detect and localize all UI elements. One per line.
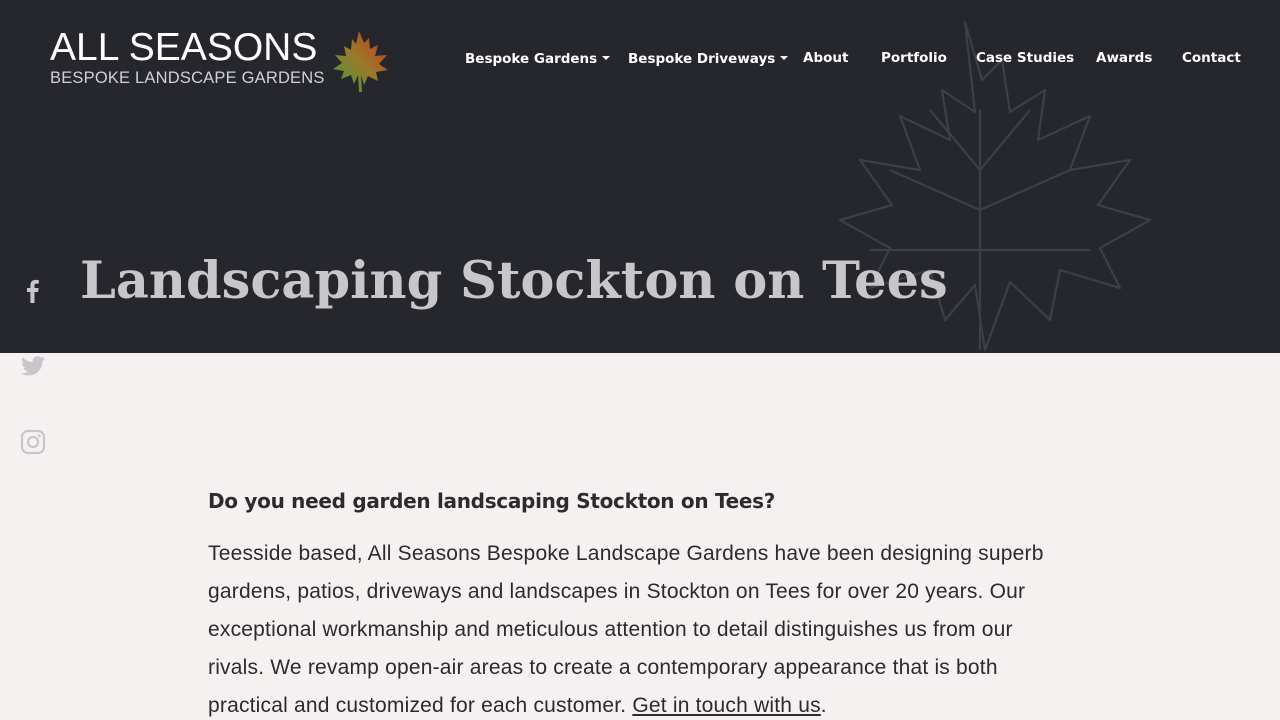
get-in-touch-link[interactable]: Get in touch with us — [632, 694, 820, 717]
instagram-link[interactable] — [20, 429, 46, 455]
nav-item-label: Case Studies — [976, 50, 1075, 66]
nav-item-label: Awards — [1096, 50, 1153, 66]
nav-item-bespoke-driveways[interactable]: Bespoke Driveways — [628, 51, 789, 67]
nav-item-label: Contact — [1182, 50, 1241, 66]
paragraph-text: Teesside based, All Seasons Bespoke Land… — [208, 542, 1044, 717]
instagram-icon — [20, 429, 46, 455]
page-title: Landscaping Stockton on Tees — [80, 251, 948, 311]
nav-item-about[interactable]: About — [803, 50, 848, 66]
nav-item-label: Bespoke Driveways — [628, 51, 776, 67]
nav-item-contact[interactable]: Contact — [1182, 50, 1241, 66]
main-content: Do you need garden landscaping Stockton … — [208, 486, 1073, 720]
nav-item-case-studies[interactable]: Case Studies — [976, 50, 1074, 66]
nav-item-label: Portfolio — [881, 50, 947, 66]
logo-title: ALL SEASONS — [50, 26, 318, 69]
maple-leaf-logo-icon — [332, 31, 388, 92]
nav-item-portfolio[interactable]: Portfolio — [881, 50, 947, 66]
facebook-icon — [27, 279, 39, 303]
twitter-link[interactable] — [20, 353, 46, 379]
caret-down-icon — [602, 56, 611, 60]
twitter-icon — [21, 356, 45, 376]
hero-header: ALL SEASONS BESPOKE LANDSCAPE GARDENS Be… — [0, 0, 1280, 353]
logo-text: ALL SEASONS BESPOKE LANDSCAPE GARDENS — [50, 28, 325, 88]
nav-item-label: About — [803, 50, 849, 66]
content-paragraph: Teesside based, All Seasons Bespoke Land… — [208, 535, 1073, 720]
nav-item-bespoke-gardens[interactable]: Bespoke Gardens — [465, 51, 611, 67]
paragraph-end: . — [820, 694, 827, 717]
facebook-link[interactable] — [20, 277, 46, 303]
brand-logo[interactable]: ALL SEASONS BESPOKE LANDSCAPE GARDENS — [50, 28, 391, 93]
nav-item-label: Bespoke Gardens — [465, 51, 598, 67]
logo-subtitle: BESPOKE LANDSCAPE GARDENS — [50, 69, 325, 87]
nav-item-awards[interactable]: Awards — [1096, 50, 1152, 66]
content-heading: Do you need garden landscaping Stockton … — [208, 489, 776, 513]
caret-down-icon — [780, 56, 789, 60]
